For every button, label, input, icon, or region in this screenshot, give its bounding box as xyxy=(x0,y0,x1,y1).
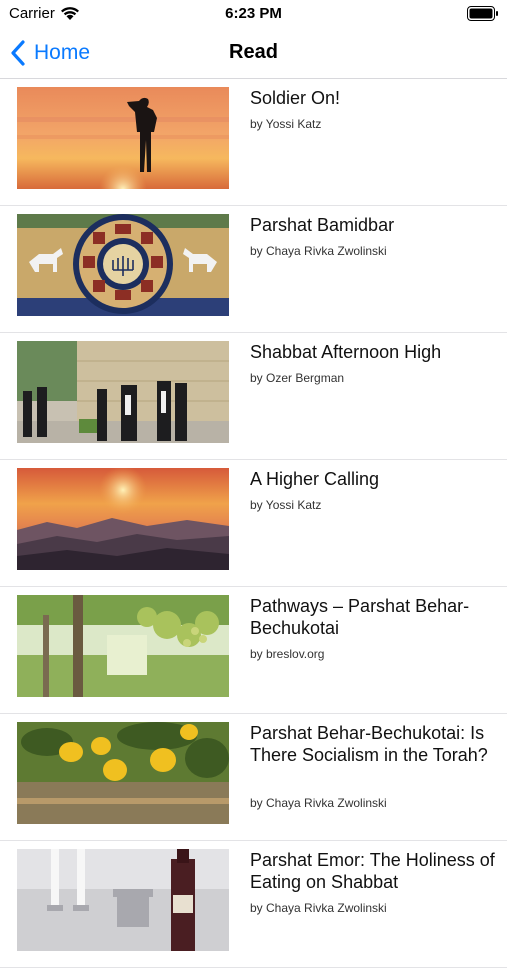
shabbat-table-image xyxy=(17,849,229,951)
list-item[interactable]: Shabbat Afternoon High by Ozer Bergman xyxy=(0,333,507,460)
article-title: Soldier On! xyxy=(250,88,341,108)
list-item[interactable]: Parshat Emor: The Holiness of Eating on … xyxy=(0,841,507,968)
article-author: by Chaya Rivka Zwolinski xyxy=(250,796,387,810)
clock: 6:23 PM xyxy=(225,5,282,22)
article-thumbnail xyxy=(17,341,229,443)
article-author: by Yossi Katz xyxy=(250,498,322,512)
article-thumbnail xyxy=(17,214,229,316)
tribes-mosaic-image xyxy=(17,214,229,316)
article-title: A Higher Calling xyxy=(250,469,380,489)
list-item[interactable]: Parshat Behar-Bechukotai: Is There Socia… xyxy=(0,714,507,841)
jerusalem-street-image xyxy=(17,341,229,443)
article-title: Parshat Emor: The Holiness of Eating on … xyxy=(250,850,495,892)
article-title: Parshat Behar-Bechukotai: Is There Socia… xyxy=(250,723,488,765)
navigation-bar: Home Read xyxy=(0,28,507,79)
mountain-sunset-image xyxy=(17,468,229,570)
article-author: by Yossi Katz xyxy=(250,117,322,131)
battery-icon xyxy=(467,6,498,21)
page-title: Read xyxy=(229,41,278,63)
article-author: by Ozer Bergman xyxy=(250,371,345,385)
list-item[interactable]: Pathways – Parshat Behar-Bechukotai by b… xyxy=(0,587,507,714)
list-item[interactable]: A Higher Calling by Yossi Katz xyxy=(0,460,507,587)
status-bar: Carrier 6:23 PM xyxy=(0,0,507,28)
article-title: Parshat Bamidbar xyxy=(250,215,395,235)
soldier-sunset-image xyxy=(17,87,229,189)
article-thumbnail xyxy=(17,595,229,697)
article-title: Shabbat Afternoon High xyxy=(250,342,442,362)
article-author: by Chaya Rivka Zwolinski xyxy=(250,244,387,258)
article-thumbnail xyxy=(17,87,229,189)
article-author: by breslov.org xyxy=(250,647,325,661)
lemon-tree-image xyxy=(17,722,229,824)
orchard-path-image xyxy=(17,595,229,697)
article-thumbnail xyxy=(17,722,229,824)
article-list: Soldier On! by Yossi Katz Parshat Bamidb… xyxy=(0,79,507,968)
article-thumbnail xyxy=(17,849,229,951)
list-item[interactable]: Soldier On! by Yossi Katz xyxy=(0,79,507,206)
article-author: by Chaya Rivka Zwolinski xyxy=(250,901,387,915)
article-title: Pathways – Parshat Behar-Bechukotai xyxy=(250,596,470,638)
list-item[interactable]: Parshat Bamidbar by Chaya Rivka Zwolinsk… xyxy=(0,206,507,333)
article-thumbnail xyxy=(17,468,229,570)
